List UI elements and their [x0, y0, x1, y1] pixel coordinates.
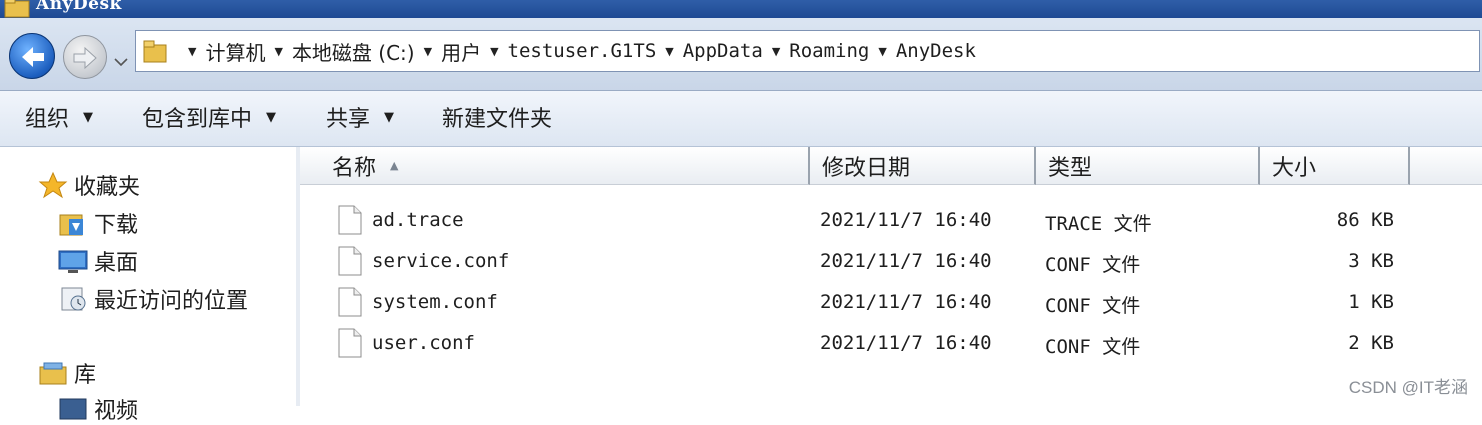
dropdown-arrow-icon: ▼ — [384, 109, 395, 125]
breadcrumb-separator-icon[interactable]: ▼ — [420, 45, 436, 58]
include-in-library-label: 包含到库中 — [142, 107, 253, 132]
table-row[interactable]: user.conf 2021/11/7 16:40 CONF 文件 2 KB — [300, 324, 1482, 364]
breadcrumb-users[interactable]: 用户 — [436, 37, 486, 66]
column-header-type[interactable]: 类型 — [1036, 147, 1260, 185]
column-header-size[interactable]: 大小 — [1260, 147, 1410, 185]
include-in-library-button[interactable]: 包含到库中 ▼ — [142, 101, 276, 133]
file-name: ad.trace — [372, 209, 464, 231]
arrow-left-icon — [22, 47, 44, 67]
nav-favorites[interactable]: 收藏夹 — [38, 169, 140, 201]
nav-desktop[interactable]: 桌面 — [58, 245, 138, 277]
share-label: 共享 — [326, 107, 371, 132]
address-bar[interactable]: ▼ 计算机 ▼ 本地磁盘 (C:) ▼ 用户 ▼ testuser.G1TS ▼… — [135, 30, 1480, 72]
nav-recent-places-label: 最近访问的位置 — [94, 289, 249, 314]
table-row[interactable]: ad.trace 2021/11/7 16:40 TRACE 文件 86 KB — [300, 201, 1482, 241]
column-header-filler — [1410, 147, 1482, 185]
title-bar: AnyDesk — [0, 0, 1482, 18]
file-modified: 2021/11/7 16:40 — [820, 332, 992, 354]
folder-icon — [4, 0, 32, 18]
file-type: CONF 文件 — [1045, 295, 1141, 317]
share-button[interactable]: 共享 ▼ — [326, 101, 394, 133]
library-icon — [39, 362, 67, 385]
file-type: CONF 文件 — [1045, 336, 1141, 358]
downloads-folder-icon — [59, 214, 83, 236]
chevron-down-icon — [114, 58, 128, 67]
forward-button[interactable] — [63, 35, 107, 79]
file-modified: 2021/11/7 16:40 — [820, 291, 992, 313]
organize-label: 组织 — [25, 107, 70, 132]
nav-videos-label: 视频 — [94, 399, 139, 424]
nav-recent-places[interactable]: 最近访问的位置 — [58, 283, 248, 315]
video-library-icon — [59, 398, 87, 420]
column-header-name[interactable]: 名称 ▲ — [300, 147, 810, 185]
new-folder-button[interactable]: 新建文件夹 — [442, 101, 552, 133]
column-header-size-label: 大小 — [1272, 155, 1317, 181]
watermark: CSDN @IT老涵 — [1348, 378, 1468, 397]
window-title: AnyDesk — [36, 0, 122, 14]
breadcrumb-local-disk[interactable]: 本地磁盘 (C:) — [287, 37, 420, 66]
breadcrumb-computer[interactable]: 计算机 — [200, 37, 270, 66]
sort-ascending-icon: ▲ — [390, 159, 399, 172]
file-modified: 2021/11/7 16:40 — [820, 250, 992, 272]
table-row[interactable]: service.conf 2021/11/7 16:40 CONF 文件 3 K… — [300, 242, 1482, 282]
breadcrumb-separator-icon[interactable]: ▼ — [270, 45, 286, 58]
breadcrumb-separator-icon[interactable]: ▼ — [874, 45, 890, 58]
column-header-type-label: 类型 — [1048, 155, 1093, 181]
nav-libraries-label: 库 — [74, 363, 97, 388]
back-button[interactable] — [9, 33, 55, 79]
file-icon — [338, 246, 362, 276]
breadcrumb-anydesk[interactable]: AnyDesk — [891, 40, 981, 62]
breadcrumb-separator-icon[interactable]: ▼ — [661, 45, 677, 58]
breadcrumb-separator-icon[interactable]: ▼ — [768, 45, 784, 58]
nav-favorites-label: 收藏夹 — [74, 175, 141, 200]
nav-downloads-label: 下载 — [94, 213, 139, 238]
table-row[interactable]: system.conf 2021/11/7 16:40 CONF 文件 1 KB — [300, 283, 1482, 323]
file-name: system.conf — [372, 291, 498, 313]
breadcrumb-roaming[interactable]: Roaming — [784, 40, 874, 62]
file-type: CONF 文件 — [1045, 254, 1141, 276]
file-size: 3 KB — [1348, 250, 1394, 272]
file-name: user.conf — [372, 332, 475, 354]
nav-libraries[interactable]: 库 — [38, 357, 96, 389]
breadcrumb-appdata[interactable]: AppData — [678, 40, 768, 62]
file-icon — [338, 287, 362, 317]
nav-downloads[interactable]: 下载 — [58, 207, 138, 239]
arrow-right-icon — [73, 46, 97, 70]
recent-pages-dropdown[interactable] — [113, 52, 129, 71]
file-icon — [338, 328, 362, 358]
nav-videos[interactable]: 视频 — [58, 393, 138, 425]
dropdown-arrow-icon: ▼ — [83, 109, 94, 125]
command-toolbar: 组织 ▼ 包含到库中 ▼ 共享 ▼ 新建文件夹 — [0, 91, 1482, 147]
navigation-pane: 收藏夹 下载 桌面 最近访问的位置 库 视频 — [0, 147, 297, 424]
file-type: TRACE 文件 — [1045, 213, 1152, 235]
breadcrumb-separator-icon[interactable]: ▼ — [486, 45, 502, 58]
file-name: service.conf — [372, 250, 510, 272]
star-icon — [38, 171, 68, 199]
file-size: 86 KB — [1336, 209, 1394, 231]
file-list: 名称 ▲ 修改日期 类型 大小 ad.trace 2021/11/7 16:40… — [300, 147, 1482, 406]
recent-places-icon — [61, 287, 86, 311]
organize-button[interactable]: 组织 ▼ — [25, 101, 93, 133]
column-header-modified-label: 修改日期 — [822, 155, 911, 181]
file-modified: 2021/11/7 16:40 — [820, 209, 992, 231]
file-size: 2 KB — [1348, 332, 1394, 354]
column-header-name-label: 名称 — [332, 155, 377, 181]
breadcrumb-user-folder[interactable]: testuser.G1TS — [503, 40, 662, 62]
breadcrumb-separator-icon[interactable]: ▼ — [184, 45, 200, 58]
dropdown-arrow-icon: ▼ — [266, 109, 277, 125]
file-icon — [338, 205, 362, 235]
breadcrumb: ▼ 计算机 ▼ 本地磁盘 (C:) ▼ 用户 ▼ testuser.G1TS ▼… — [184, 31, 981, 71]
navigation-bar: ▼ 计算机 ▼ 本地磁盘 (C:) ▼ 用户 ▼ testuser.G1TS ▼… — [0, 18, 1482, 91]
file-size: 1 KB — [1348, 291, 1394, 313]
new-folder-label: 新建文件夹 — [442, 107, 553, 132]
folder-icon — [142, 39, 170, 67]
column-header-modified[interactable]: 修改日期 — [810, 147, 1036, 185]
desktop-icon — [58, 250, 88, 273]
nav-desktop-label: 桌面 — [94, 251, 139, 276]
